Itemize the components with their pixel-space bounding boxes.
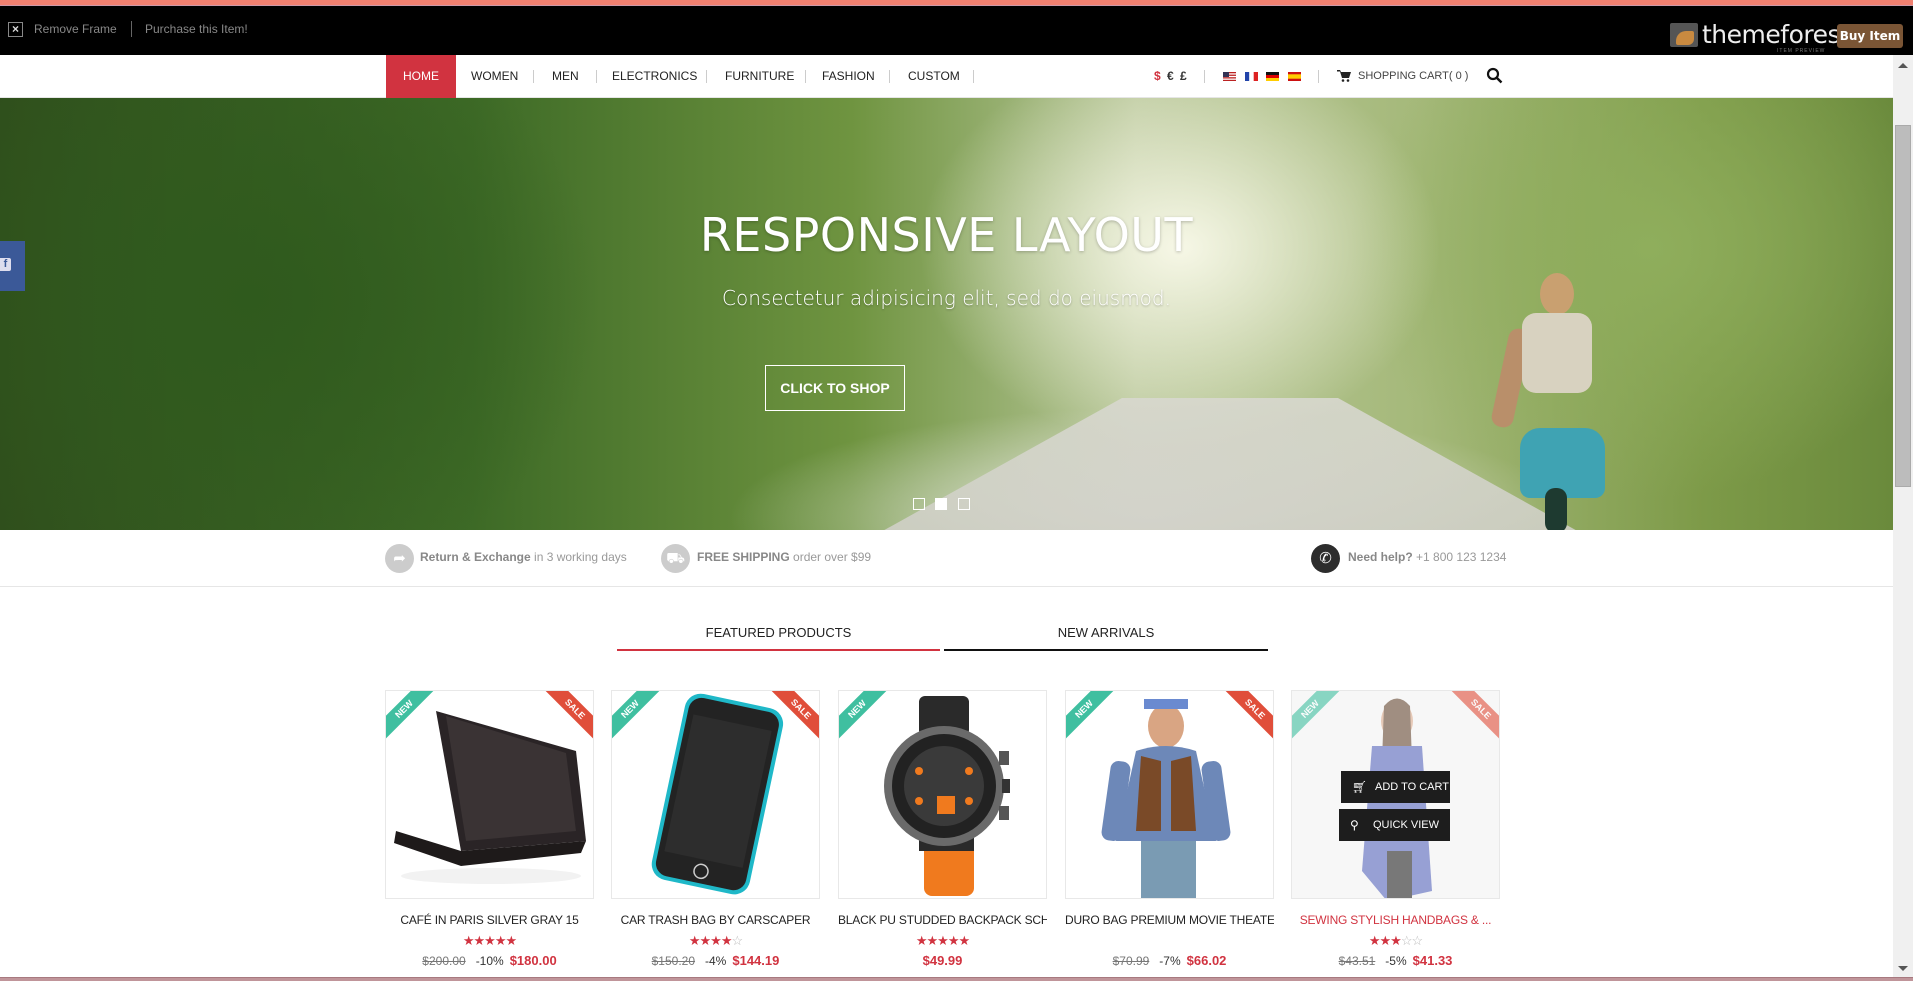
nav-divider [706, 70, 707, 83]
slide-dot-3[interactable] [958, 498, 970, 510]
product-price: $200.00 -10% $180.00 [422, 953, 557, 968]
main-nav: HOME WOMEN MEN ELECTRONICS FURNITURE FAS… [0, 55, 1893, 98]
truck-icon: ⛟ [661, 544, 690, 573]
facebook-icon: f [0, 258, 11, 271]
product-title[interactable]: SEWING STYLISH HANDBAGS & ... [1291, 913, 1500, 927]
nav-item-home[interactable]: HOME [386, 55, 456, 98]
feature-return: Return & Exchange in 3 working days [420, 550, 627, 564]
product-price: $43.51 -5% $41.33 [1338, 953, 1453, 968]
search-icon[interactable] [1486, 67, 1503, 84]
product-price: $70.99 -7% $66.02 [1112, 953, 1227, 968]
currency-gbp[interactable]: £ [1180, 55, 1187, 98]
share-arrow-icon: ➦ [385, 544, 414, 573]
nav-divider [1318, 70, 1319, 83]
rating-stars: ★★★★☆ [688, 933, 743, 948]
nav-divider [533, 70, 534, 83]
tab-new-arrivals[interactable]: NEW ARRIVALS [944, 618, 1268, 651]
nav-item-women[interactable]: WOMEN [471, 55, 518, 98]
product-card[interactable]: NEW SALE CAFÉ IN PARIS SILVER GRAY 15 ★★… [385, 690, 594, 968]
shopping-cart-link[interactable]: SHOPPING CART( 0 ) [1358, 55, 1468, 98]
phone-image [651, 693, 784, 895]
hero-title: RESPONSIVE LAYOUT [699, 208, 1194, 262]
hero-slider: RESPONSIVE LAYOUT Consectetur adipisicin… [0, 98, 1893, 530]
product-image[interactable]: NEW SALE 🛒︎ ADD TO CART ⚲ QUICK VIEW [1291, 690, 1500, 899]
nav-item-furniture[interactable]: FURNITURE [725, 55, 794, 98]
product-title[interactable]: DURO BAG PREMIUM MOVIE THEATER [1065, 913, 1274, 927]
facebook-side-tab[interactable]: f [0, 241, 25, 291]
scroll-down-arrow-icon[interactable] [1898, 966, 1908, 971]
feature-shipping: FREE SHIPPING order over $99 [697, 550, 872, 564]
phone-icon: ✆ [1311, 544, 1340, 573]
purchase-item-link[interactable]: Purchase this Item! [145, 22, 248, 36]
buy-item-button[interactable]: Buy Item [1837, 24, 1903, 48]
product-image[interactable]: NEW SALE [385, 690, 594, 899]
taskbar-edge [0, 977, 1913, 981]
outfit-image [1101, 699, 1231, 898]
watch-image [884, 696, 1010, 896]
nav-divider [805, 70, 806, 83]
nav-divider [596, 70, 597, 83]
product-card[interactable]: NEW BLACK PU STUDDED BACKPACK SCHO ★★★★★… [838, 690, 1047, 968]
rating-stars: ★★★★★ [462, 933, 517, 948]
nav-divider [973, 70, 974, 83]
nav-divider [889, 70, 890, 83]
product-image[interactable]: NEW [838, 690, 1047, 899]
nav-item-custom[interactable]: CUSTOM [908, 55, 960, 98]
product-title[interactable]: CAFÉ IN PARIS SILVER GRAY 15 [385, 913, 594, 927]
laptop-image [394, 711, 586, 884]
product-title[interactable]: BLACK PU STUDDED BACKPACK SCHO [838, 913, 1047, 927]
currency-eur[interactable]: € [1167, 55, 1174, 98]
product-card[interactable]: NEW SALE 🛒︎ ADD TO CART ⚲ QUICK VIEW SEWIN… [1291, 690, 1500, 968]
features-strip: ➦ Return & Exchange in 3 working days ⛟ … [0, 530, 1893, 587]
product-price: $49.99 [922, 953, 963, 968]
close-icon[interactable]: × [8, 22, 23, 37]
product-title[interactable]: CAR TRASH BAG BY CARSCAPER [611, 913, 820, 927]
shopping-cart-icon[interactable] [1337, 70, 1351, 82]
hero-road-image [870, 398, 1590, 530]
search-icon: ⚲ [1350, 818, 1359, 832]
leaf-icon [1670, 23, 1698, 47]
slide-dot-2[interactable] [935, 498, 947, 510]
nav-divider [1204, 70, 1205, 83]
flag-fr-icon[interactable] [1245, 72, 1258, 81]
quick-view-button[interactable]: ⚲ QUICK VIEW [1339, 809, 1450, 841]
currency-usd[interactable]: $ [1154, 55, 1161, 98]
nav-item-fashion[interactable]: FASHION [822, 55, 875, 98]
rating-stars: ★★★★★ [915, 933, 970, 948]
remove-frame-link[interactable]: Remove Frame [34, 22, 117, 36]
logo-text: themeforest [1702, 20, 1850, 49]
rating-stars [1065, 933, 1274, 947]
nav-item-men[interactable]: MEN [552, 55, 579, 98]
feature-help: Need help? +1 800 123 1234 [1348, 550, 1507, 564]
logo-subtext: ITEM PREVIEW [1777, 48, 1826, 54]
add-to-cart-button[interactable]: 🛒︎ ADD TO CART [1341, 771, 1450, 803]
cart-icon: 🛒︎ [1352, 780, 1368, 794]
divider [131, 21, 132, 37]
product-card[interactable]: NEW SALE CAR TRASH BAG BY CARSCAPER ★★★★… [611, 690, 820, 968]
click-to-shop-button[interactable]: CLICK TO SHOP [765, 365, 905, 411]
scroll-up-arrow-icon[interactable] [1898, 63, 1908, 68]
product-price: $150.20 -4% $144.19 [651, 953, 780, 968]
tab-featured-products[interactable]: FEATURED PRODUCTS [617, 618, 940, 651]
preview-frame-bar: × Remove Frame Purchase this Item! theme… [0, 6, 1913, 55]
scrollbar-thumb[interactable] [1895, 125, 1911, 487]
flag-es-icon[interactable] [1288, 72, 1301, 81]
flag-us-icon[interactable] [1223, 72, 1236, 81]
hero-subtitle: Consectetur adipisicing elit, sed do eiu… [722, 286, 1171, 310]
rating-stars: ★★★☆☆ [1368, 933, 1423, 948]
product-image[interactable]: NEW SALE [611, 690, 820, 899]
nav-item-electronics[interactable]: ELECTRONICS [612, 55, 697, 98]
flag-de-icon[interactable] [1266, 72, 1279, 81]
product-card[interactable]: NEW SALE DURO BAG PREMIUM MOVIE THEATER … [1065, 690, 1274, 968]
slide-dot-1[interactable] [913, 498, 925, 510]
product-image[interactable]: NEW SALE [1065, 690, 1274, 899]
page-scrollbar[interactable] [1893, 55, 1913, 977]
